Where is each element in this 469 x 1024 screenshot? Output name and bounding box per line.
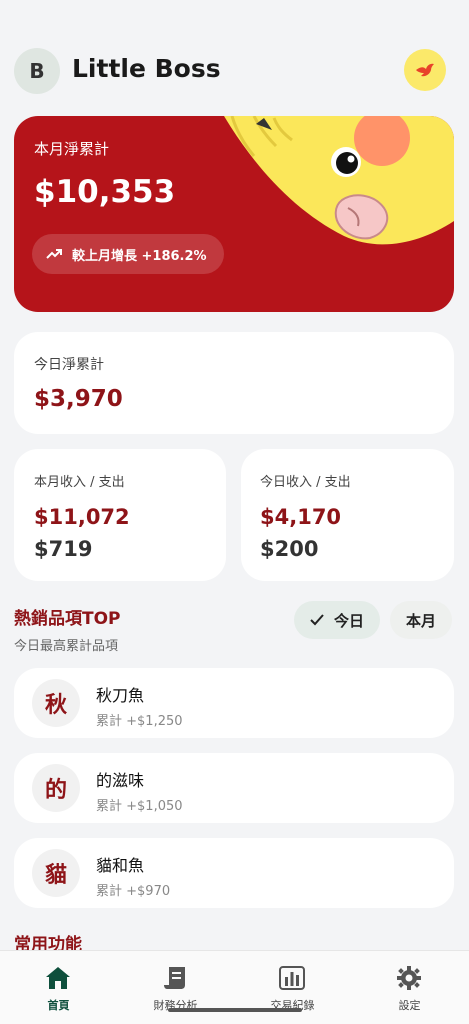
item-badge: 秋 — [32, 679, 80, 727]
month-income-expense-card: 本月收入 / 支出 $11,072 $719 — [14, 449, 226, 581]
month-income-value: $11,072 — [34, 505, 130, 529]
growth-text: 較上月增長 +186.2% — [72, 248, 207, 264]
bird-icon — [416, 63, 434, 77]
tab-settings[interactable]: 設定 — [351, 951, 468, 1024]
tab-transactions[interactable]: 交易紀錄 — [234, 951, 351, 1024]
bar-chart-icon — [279, 966, 305, 990]
today-net-label: 今日淨累計 — [34, 357, 104, 373]
home-icon — [46, 967, 70, 989]
bird-button[interactable] — [404, 49, 446, 91]
item-badge: 貓 — [32, 849, 80, 897]
hot-items-title: 熱銷品項TOP — [14, 609, 121, 629]
item-total: 累計 +$1,250 — [96, 714, 183, 729]
chip-month-label: 本月 — [405, 611, 436, 630]
hot-item-3[interactable]: 貓 貓和魚 累計 +$970 — [14, 838, 454, 908]
parrot-illustration — [224, 116, 454, 245]
document-icon — [164, 967, 185, 989]
tab-home[interactable]: 首頁 — [0, 951, 117, 1024]
today-io-label: 今日收入 / 支出 — [260, 475, 351, 490]
app-title: Little Boss — [72, 54, 221, 83]
chip-today-label: 今日 — [333, 611, 364, 630]
home-indicator — [168, 1008, 302, 1012]
item-name: 的滋味 — [96, 771, 145, 790]
tab-settings-label: 設定 — [398, 999, 421, 1012]
month-expense-value: $719 — [34, 537, 93, 561]
chip-month[interactable]: 本月 — [390, 601, 452, 639]
item-badge: 的 — [32, 764, 80, 812]
item-total: 累計 +$970 — [96, 884, 171, 899]
today-expense-value: $200 — [260, 537, 319, 561]
check-icon — [310, 614, 324, 626]
tab-finance[interactable]: 財務分析 — [117, 951, 234, 1024]
item-name: 秋刀魚 — [96, 686, 145, 705]
today-income-value: $4,170 — [260, 505, 342, 529]
monthly-net-value: $10,353 — [34, 174, 176, 210]
tab-home-label: 首頁 — [47, 999, 70, 1012]
item-total: 累計 +$1,050 — [96, 799, 183, 814]
hot-item-2[interactable]: 的 的滋味 累計 +$1,050 — [14, 753, 454, 823]
bottom-tab-bar: 首頁 財務分析 交易紀錄 設定 — [0, 950, 469, 1024]
hot-item-1[interactable]: 秋 秋刀魚 累計 +$1,250 — [14, 668, 454, 738]
monthly-net-label: 本月淨累計 — [34, 140, 110, 158]
today-net-card: 今日淨累計 $3,970 — [14, 332, 454, 434]
item-name: 貓和魚 — [96, 856, 145, 875]
app-header: B Little Boss — [0, 40, 469, 104]
today-net-value: $3,970 — [34, 386, 123, 412]
monthly-net-card: 本月淨累計 $10,353 較上月增長 +186.2% — [14, 116, 454, 312]
month-io-label: 本月收入 / 支出 — [34, 475, 125, 490]
hot-items-subtitle: 今日最高累計品項 — [14, 639, 119, 654]
today-income-expense-card: 今日收入 / 支出 $4,170 $200 — [241, 449, 454, 581]
gear-icon — [397, 966, 421, 990]
chip-today[interactable]: 今日 — [294, 601, 380, 639]
trending-up-icon — [46, 249, 62, 259]
avatar[interactable]: B — [14, 48, 60, 94]
growth-badge: 較上月增長 +186.2% — [32, 234, 224, 274]
